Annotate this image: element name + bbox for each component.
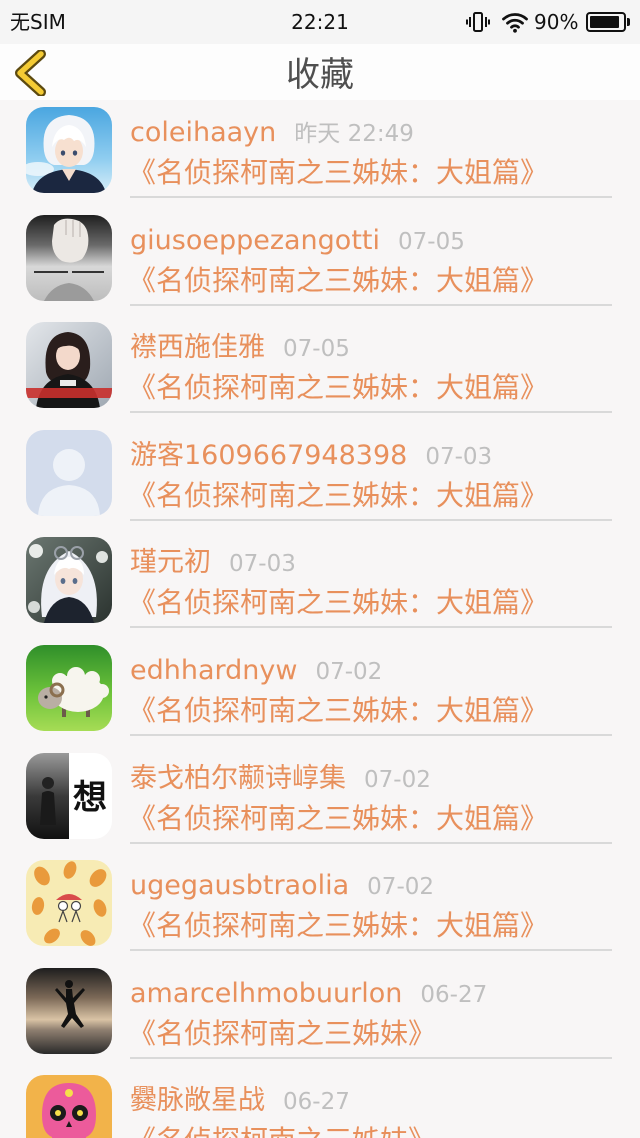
item-header: ugegausbtraolia 07-02 bbox=[130, 867, 434, 905]
battery-nub bbox=[627, 18, 630, 26]
item-header: amarcelhmobuurlon 06-27 bbox=[130, 975, 487, 1013]
divider bbox=[130, 626, 612, 629]
battery-icon bbox=[586, 12, 630, 32]
list-item[interactable]: 游客1609667948398 07-03 《名侦探柯南之三姊妹：大姐篇》 bbox=[0, 423, 640, 531]
username: giusoeppezangotti bbox=[130, 224, 381, 256]
divider bbox=[130, 411, 612, 414]
timestamp: 07-02 bbox=[367, 874, 435, 901]
item-header: 襟西施佳雅 07-05 bbox=[130, 329, 350, 367]
item-header: giusoeppezangotti 07-05 bbox=[130, 222, 465, 260]
divider bbox=[130, 196, 612, 198]
avatar[interactable] bbox=[26, 860, 112, 947]
item-header: 泰戈柏尔颟诗崞集 07-02 bbox=[130, 760, 431, 798]
list-item[interactable]: ugegausbtraolia 07-02 《名侦探柯南之三姊妹：大姐篇》 bbox=[0, 853, 640, 961]
divider bbox=[130, 841, 612, 844]
divider bbox=[130, 733, 612, 736]
username: 襟西施佳雅 bbox=[130, 332, 265, 364]
avatar-image bbox=[26, 644, 112, 731]
avatar[interactable] bbox=[26, 1075, 112, 1138]
divider bbox=[130, 518, 612, 521]
avatar-image: 想 bbox=[26, 752, 112, 839]
comic-title: 《名侦探柯南之三姊妹：大姐篇》 bbox=[128, 478, 549, 512]
username: 爨脉敞星战 bbox=[130, 1085, 265, 1117]
comic-title: 《名侦探柯南之三姊妹：大姐篇》 bbox=[128, 263, 549, 297]
item-header: coleihaayn 昨天 22:49 bbox=[130, 114, 414, 152]
username: coleihaayn bbox=[130, 117, 277, 148]
avatar-image bbox=[26, 214, 112, 301]
avatar-image bbox=[26, 1075, 112, 1138]
avatar-image bbox=[26, 967, 112, 1054]
timestamp: 07-05 bbox=[283, 336, 350, 363]
comic-title: 《名侦探柯南之三姊妹：大姐篇》 bbox=[128, 156, 549, 189]
username: edhhardnyw bbox=[130, 654, 298, 686]
list-item[interactable]: amarcelhmobuurlon 06-27 《名侦探柯南之三姊妹》 bbox=[0, 961, 640, 1069]
battery-level-fill bbox=[590, 16, 619, 28]
favorites-list[interactable]: coleihaayn 昨天 22:49 《名侦探柯南之三姊妹：大姐篇》 giuso… bbox=[0, 100, 640, 1138]
comic-title: 《名侦探柯南之三姊妹：大姐篇》 bbox=[128, 909, 549, 943]
timestamp: 07-03 bbox=[229, 551, 296, 578]
avatar-image bbox=[26, 322, 112, 409]
username: 瑾元初 bbox=[130, 547, 211, 579]
carrier-label: 无SIM bbox=[10, 10, 66, 34]
timestamp: 07-03 bbox=[425, 443, 493, 470]
item-header: 游客1609667948398 07-03 bbox=[130, 437, 492, 475]
avatar-text: 想 bbox=[73, 778, 107, 818]
list-item[interactable]: 襟西施佳雅 07-05 《名侦探柯南之三姊妹：大姐篇》 bbox=[0, 315, 640, 423]
avatar[interactable] bbox=[26, 214, 112, 301]
avatar[interactable]: 想 bbox=[26, 752, 112, 839]
item-header: 爨脉敞星战 06-27 bbox=[130, 1082, 350, 1120]
navigation-bar: 收藏 bbox=[0, 44, 640, 100]
list-item[interactable]: edhhardnyw 07-02 《名侦探柯南之三姊妹：大姐篇》 bbox=[0, 638, 640, 746]
avatar-image bbox=[26, 860, 112, 947]
avatar-image bbox=[26, 537, 112, 624]
list-item[interactable]: coleihaayn 昨天 22:49 《名侦探柯南之三姊妹：大姐篇》 bbox=[0, 100, 640, 208]
comic-title: 《名侦探柯南之三姊妹：大姐篇》 bbox=[128, 693, 549, 727]
username: amarcelhmobuurlon bbox=[130, 977, 403, 1009]
avatar[interactable] bbox=[26, 967, 112, 1054]
item-header: edhhardnyw 07-02 bbox=[130, 652, 382, 690]
avatar[interactable] bbox=[26, 429, 112, 516]
list-item[interactable]: giusoeppezangotti 07-05 《名侦探柯南之三姊妹：大姐篇》 bbox=[0, 208, 640, 316]
chevron-left-icon bbox=[15, 49, 46, 97]
username: 游客1609667948398 bbox=[130, 439, 408, 471]
list-item[interactable]: 爨脉敞星战 06-27 《名侦探柯南之三姊妹》 bbox=[0, 1068, 640, 1138]
timestamp: 07-05 bbox=[398, 228, 465, 255]
avatar[interactable] bbox=[26, 644, 112, 731]
avatar[interactable] bbox=[26, 322, 112, 409]
divider bbox=[130, 949, 612, 952]
username: 泰戈柏尔颟诗崞集 bbox=[130, 762, 346, 794]
list-item[interactable]: 想 泰戈柏尔颟诗崞集 07-02 《名侦探柯南之三姊妹：大姐篇》 bbox=[0, 746, 640, 854]
avatar-image bbox=[26, 107, 112, 193]
list-item[interactable]: 瑾元初 07-03 《名侦探柯南之三姊妹：大姐篇》 bbox=[0, 530, 640, 638]
wifi-icon bbox=[502, 13, 528, 33]
clock: 22:21 bbox=[291, 10, 349, 34]
page-title: 收藏 bbox=[286, 55, 354, 95]
timestamp: 昨天 22:49 bbox=[294, 121, 414, 147]
avatar[interactable] bbox=[26, 537, 112, 624]
battery-percent: 90% bbox=[534, 10, 579, 34]
timestamp: 07-02 bbox=[364, 766, 431, 793]
default-avatar-icon bbox=[26, 429, 112, 516]
timestamp: 06-27 bbox=[420, 981, 488, 1008]
comic-title: 《名侦探柯南之三姊妹：大姐篇》 bbox=[128, 371, 549, 405]
status-bar: 无SIM 22:21 90% bbox=[0, 0, 640, 44]
back-button[interactable] bbox=[8, 49, 48, 97]
comic-title: 《名侦探柯南之三姊妹：大姐篇》 bbox=[128, 801, 549, 835]
comic-title: 《名侦探柯南之三姊妹：大姐篇》 bbox=[128, 586, 549, 620]
timestamp: 07-02 bbox=[315, 658, 383, 685]
item-header: 瑾元初 07-03 bbox=[130, 544, 296, 582]
vibrate-icon bbox=[466, 12, 490, 32]
comic-title: 《名侦探柯南之三姊妹》 bbox=[128, 1016, 437, 1050]
divider bbox=[130, 1056, 612, 1059]
comic-title: 《名侦探柯南之三姊妹》 bbox=[128, 1122, 436, 1138]
divider bbox=[130, 303, 612, 306]
timestamp: 06-27 bbox=[283, 1089, 350, 1116]
username: ugegausbtraolia bbox=[130, 870, 350, 902]
avatar[interactable] bbox=[26, 107, 112, 193]
